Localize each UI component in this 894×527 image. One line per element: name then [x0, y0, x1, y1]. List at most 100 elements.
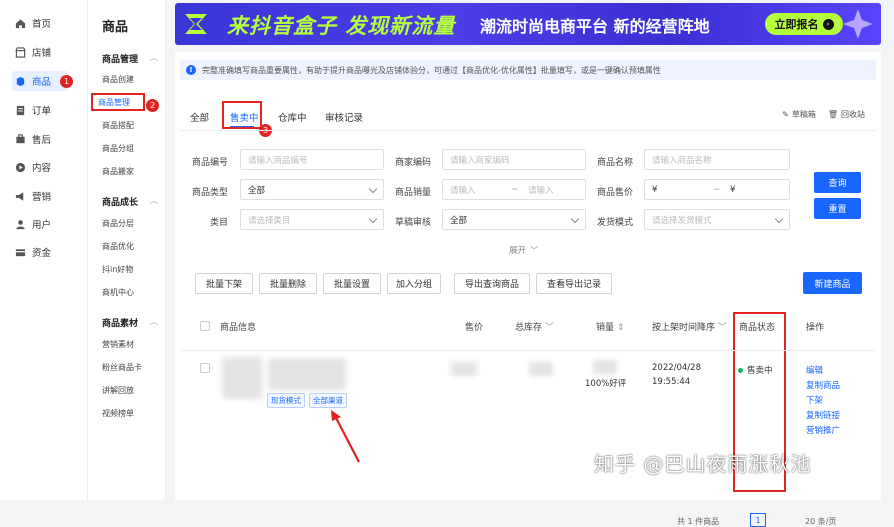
order-icon: [14, 104, 26, 116]
product-icon: [14, 75, 26, 87]
submenu-item-replay[interactable]: 讲解回放: [102, 385, 134, 396]
home-icon: [14, 17, 26, 29]
submenu-item-opportunity[interactable]: 商机中心: [102, 287, 134, 298]
chevron-down-icon: ﹀: [544, 323, 554, 333]
nav-item-fund[interactable]: 资金: [14, 242, 80, 262]
price-blurred: [451, 362, 477, 376]
submenu-group-management[interactable]: 商品管理 ︿: [102, 52, 158, 65]
nav-item-marketing[interactable]: 营销: [14, 186, 80, 206]
nav-item-content[interactable]: 内容: [14, 157, 80, 177]
edit-link[interactable]: 编辑: [806, 364, 823, 376]
filter-label-price: 商品售价: [597, 188, 634, 198]
category-select[interactable]: 请选择类目: [240, 209, 384, 230]
draft-icon: ✎: [782, 110, 789, 119]
copy-product-link[interactable]: 复制商品: [806, 379, 840, 391]
promo-banner[interactable]: 来抖音盒子 发现新流量 潮流时尚电商平台 新的经营阵地 立即报名 ›: [175, 3, 881, 45]
column-header-listed-time[interactable]: 按上架时间降序 ﹀: [652, 320, 727, 333]
filter-label-ship-mode: 发货模式: [597, 218, 634, 228]
banner-signup-button[interactable]: 立即报名 ›: [765, 13, 843, 35]
product-type-select[interactable]: 全部: [240, 179, 384, 200]
filter-label-sales: 商品销量: [395, 188, 432, 198]
delist-link[interactable]: 下架: [806, 394, 823, 406]
add-to-group-button[interactable]: 加入分组: [387, 273, 441, 294]
query-button[interactable]: 查询: [814, 172, 861, 193]
watermark-text: 知乎 @巴山夜雨涨秋池: [594, 452, 812, 476]
nav-item-aftersale[interactable]: 售后: [14, 129, 80, 149]
sales-range-input[interactable]: 请输入 ~ 请输入: [442, 179, 586, 200]
nav-item-label: 营销: [32, 192, 52, 203]
column-header-sales[interactable]: 销量 ⇕: [596, 320, 624, 333]
promote-link[interactable]: 营销推广: [806, 424, 840, 436]
column-header-ops: 操作: [806, 323, 825, 333]
nav-item-order[interactable]: 订单: [14, 100, 80, 120]
batch-delist-button[interactable]: 批量下架: [195, 273, 253, 294]
stock-blurred: [529, 362, 553, 376]
annotation-badge-2: 2: [146, 99, 159, 112]
submenu-item-optimize[interactable]: 商品优化: [102, 241, 134, 252]
select-all-checkbox[interactable]: [200, 321, 210, 331]
batch-settings-button[interactable]: 批量设置: [323, 273, 381, 294]
submenu-item-move[interactable]: 商品搬家: [102, 166, 134, 177]
reset-button[interactable]: 重置: [814, 198, 861, 219]
main-panel: ! 完整准确填写商品重要属性，有助于提升商品曝光及店铺体验分，可通过【商品优化-…: [175, 52, 881, 527]
submenu-item-group[interactable]: 商品分组: [102, 143, 134, 154]
filter-label-category: 类目: [210, 218, 229, 228]
listed-time: 19:55:44: [652, 377, 691, 387]
expand-filters-toggle[interactable]: 展开 ﹀: [509, 244, 539, 256]
submenu-item-fan-card[interactable]: 粉丝商品卡: [102, 362, 142, 373]
ship-mode-select[interactable]: 请选择发货模式: [644, 209, 790, 230]
submenu-item-marketing-material[interactable]: 营销素材: [102, 339, 134, 350]
recycle-bin-button[interactable]: 🗑 回收站: [828, 109, 865, 120]
nav-item-label: 首页: [32, 19, 52, 30]
chevron-up-icon: ︿: [150, 53, 158, 62]
arrow-right-icon: ›: [822, 18, 834, 30]
copy-link-link[interactable]: 复制链接: [806, 409, 840, 421]
price-range-input[interactable]: ¥ ~ ¥: [644, 179, 790, 200]
filter-label-product-type: 商品类型: [192, 188, 229, 198]
filter-label-product-name: 商品名称: [597, 158, 634, 168]
view-export-records-button[interactable]: 查看导出记录: [536, 273, 612, 294]
fund-icon: [14, 246, 26, 258]
product-id-input[interactable]: 请输入商品编号: [240, 149, 384, 170]
nav-item-label: 资金: [32, 248, 52, 259]
export-query-button[interactable]: 导出查询商品: [454, 273, 530, 294]
pagination-current-page[interactable]: 1: [750, 513, 766, 527]
product-thumbnail[interactable]: [222, 357, 262, 399]
product-name-input[interactable]: 请输入商品名称: [644, 149, 790, 170]
tab-warehouse[interactable]: 仓库中: [278, 110, 307, 124]
submenu-item-layer[interactable]: 商品分层: [102, 218, 134, 229]
tab-tools: ✎ 草稿箱 🗑 回收站: [782, 109, 865, 120]
submenu-item-douin[interactable]: 抖in好物: [102, 264, 133, 275]
submenu-item-video-rank[interactable]: 视频榜单: [102, 408, 134, 419]
draft-box-button[interactable]: ✎ 草稿箱: [782, 109, 816, 120]
nav-item-label: 内容: [32, 163, 52, 174]
chevron-up-icon: ︿: [150, 317, 158, 326]
draft-review-select[interactable]: 全部: [442, 209, 586, 230]
chevron-up-icon: ︿: [150, 196, 158, 205]
batch-delete-button[interactable]: 批量删除: [259, 273, 317, 294]
row-checkbox[interactable]: [200, 363, 210, 373]
marketing-icon: [14, 190, 26, 202]
trash-icon: 🗑: [827, 110, 838, 119]
nav-item-store[interactable]: 店铺: [14, 42, 80, 62]
product-title-blurred: [268, 358, 346, 390]
aftersale-icon: [14, 133, 26, 145]
submenu-item-match[interactable]: 商品搭配: [102, 120, 134, 131]
tab-all[interactable]: 全部: [190, 110, 209, 124]
annotation-badge-1: 1: [60, 75, 73, 88]
notice-text: 完整准确填写商品重要属性，有助于提升商品曝光及店铺体验分，可通过【商品优化-优化…: [202, 65, 661, 75]
tab-review-records[interactable]: 审核记录: [325, 110, 363, 124]
banner-subtitle: 潮流时尚电商平台 新的经营阵地: [480, 17, 710, 36]
column-header-stock[interactable]: 总库存 ﹀: [515, 320, 554, 333]
content-icon: [14, 161, 26, 173]
submenu-item-create[interactable]: 商品创建: [102, 74, 134, 85]
nav-item-home[interactable]: 首页: [14, 13, 80, 33]
tag-stock-mode: 现货模式: [267, 393, 305, 408]
merchant-code-input[interactable]: 请输入商家编码: [442, 149, 586, 170]
submenu-group-growth[interactable]: 商品成长 ︿: [102, 195, 158, 208]
nav-item-user[interactable]: 用户: [14, 214, 80, 234]
create-product-button[interactable]: 新建商品: [803, 272, 862, 294]
nav-item-label: 售后: [32, 135, 52, 146]
submenu-group-material[interactable]: 商品素材 ︿: [102, 316, 158, 329]
pagination-page-size[interactable]: 20 条/页: [805, 516, 836, 527]
